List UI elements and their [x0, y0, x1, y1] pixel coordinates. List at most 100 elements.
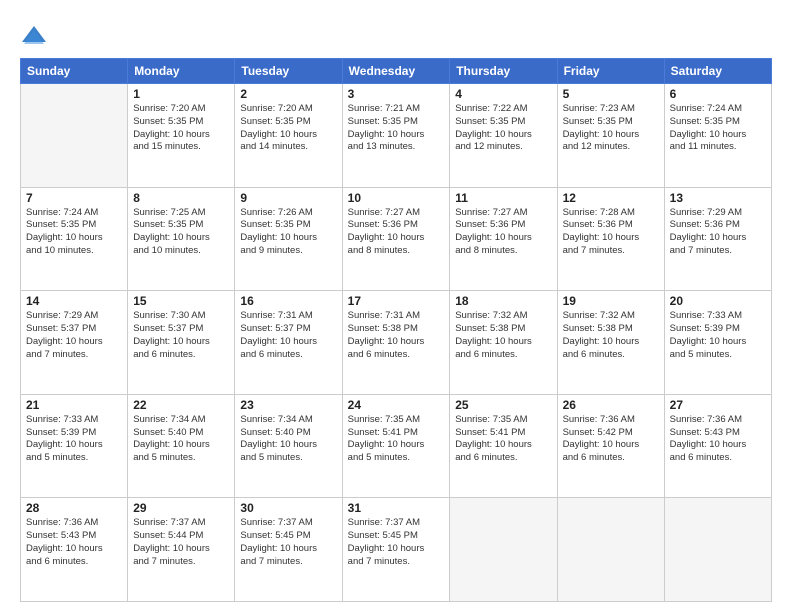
calendar-cell: 22 Sunrise: 7:34 AM Sunset: 5:40 PM Dayli… — [128, 394, 235, 498]
calendar-cell — [664, 498, 771, 602]
calendar-cell: 9Sunrise: 7:26 AM Sunset: 5:35 PM Daylig… — [235, 187, 342, 291]
calendar-cell: 20 Sunrise: 7:33 AM Sunset: 5:39 PM Dayli… — [664, 291, 771, 395]
calendar-week-row: 28 Sunrise: 7:36 AM Sunset: 5:43 PM Dayli… — [21, 498, 772, 602]
day-info: Sunrise: 7:24 AM Sunset: 5:35 PM Dayligh… — [670, 103, 766, 154]
calendar-week-row: 7 Sunrise: 7:24 AM Sunset: 5:35 PM Daylig… — [21, 187, 772, 291]
day-info: Sunrise: 7:29 AM Sunset: 5:37 PM Dayligh… — [26, 310, 122, 361]
weekday-header: Sunday — [21, 59, 128, 84]
calendar-cell: 24 Sunrise: 7:35 AM Sunset: 5:41 PM Dayli… — [342, 394, 450, 498]
day-info: Sunrise: 7:23 AM Sunset: 5:35 PM Dayligh… — [563, 103, 659, 154]
day-number: 3 — [348, 87, 445, 101]
calendar-body: 1 Sunrise: 7:20 AM Sunset: 5:35 PM Daylig… — [21, 84, 772, 602]
calendar-cell: 10Sunrise: 7:27 AM Sunset: 5:36 PM Dayli… — [342, 187, 450, 291]
day-number: 31 — [348, 501, 445, 515]
day-number: 22 — [133, 398, 229, 412]
weekday-header: Thursday — [450, 59, 557, 84]
calendar-cell: 25 Sunrise: 7:35 AM Sunset: 5:41 PM Dayli… — [450, 394, 557, 498]
day-info: Sunrise: 7:33 AM Sunset: 5:39 PM Dayligh… — [26, 414, 122, 465]
day-number: 30 — [240, 501, 336, 515]
calendar-cell: 21Sunrise: 7:33 AM Sunset: 5:39 PM Dayli… — [21, 394, 128, 498]
calendar-cell: 5Sunrise: 7:23 AM Sunset: 5:35 PM Daylig… — [557, 84, 664, 188]
day-info: Sunrise: 7:34 AM Sunset: 5:40 PM Dayligh… — [133, 414, 229, 465]
calendar-cell: 31 Sunrise: 7:37 AM Sunset: 5:45 PM Dayli… — [342, 498, 450, 602]
day-info: Sunrise: 7:32 AM Sunset: 5:38 PM Dayligh… — [455, 310, 551, 361]
day-number: 11 — [455, 191, 551, 205]
weekday-header: Saturday — [664, 59, 771, 84]
page: SundayMondayTuesdayWednesdayThursdayFrid… — [0, 0, 792, 612]
weekday-header: Monday — [128, 59, 235, 84]
day-info: Sunrise: 7:24 AM Sunset: 5:35 PM Dayligh… — [26, 207, 122, 258]
day-number: 1 — [133, 87, 229, 101]
day-info: Sunrise: 7:36 AM Sunset: 5:43 PM Dayligh… — [670, 414, 766, 465]
day-number: 29 — [133, 501, 229, 515]
calendar-cell: 26Sunrise: 7:36 AM Sunset: 5:42 PM Dayli… — [557, 394, 664, 498]
day-number: 15 — [133, 294, 229, 308]
calendar-cell: 18 Sunrise: 7:32 AM Sunset: 5:38 PM Dayli… — [450, 291, 557, 395]
day-info: Sunrise: 7:32 AM Sunset: 5:38 PM Dayligh… — [563, 310, 659, 361]
day-number: 17 — [348, 294, 445, 308]
calendar-cell: 29Sunrise: 7:37 AM Sunset: 5:44 PM Dayli… — [128, 498, 235, 602]
day-number: 12 — [563, 191, 659, 205]
day-info: Sunrise: 7:29 AM Sunset: 5:36 PM Dayligh… — [670, 207, 766, 258]
calendar-cell: 6 Sunrise: 7:24 AM Sunset: 5:35 PM Daylig… — [664, 84, 771, 188]
calendar-cell: 8 Sunrise: 7:25 AM Sunset: 5:35 PM Daylig… — [128, 187, 235, 291]
weekday-header: Wednesday — [342, 59, 450, 84]
calendar-cell — [557, 498, 664, 602]
day-number: 16 — [240, 294, 336, 308]
calendar-cell: 14 Sunrise: 7:29 AM Sunset: 5:37 PM Dayli… — [21, 291, 128, 395]
day-info: Sunrise: 7:27 AM Sunset: 5:36 PM Dayligh… — [455, 207, 551, 258]
day-number: 4 — [455, 87, 551, 101]
day-number: 20 — [670, 294, 766, 308]
day-info: Sunrise: 7:34 AM Sunset: 5:40 PM Dayligh… — [240, 414, 336, 465]
logo — [20, 22, 52, 50]
day-info: Sunrise: 7:22 AM Sunset: 5:35 PM Dayligh… — [455, 103, 551, 154]
calendar-cell: 30Sunrise: 7:37 AM Sunset: 5:45 PM Dayli… — [235, 498, 342, 602]
day-info: Sunrise: 7:35 AM Sunset: 5:41 PM Dayligh… — [348, 414, 445, 465]
day-info: Sunrise: 7:30 AM Sunset: 5:37 PM Dayligh… — [133, 310, 229, 361]
calendar-cell: 13 Sunrise: 7:29 AM Sunset: 5:36 PM Dayli… — [664, 187, 771, 291]
calendar-week-row: 14 Sunrise: 7:29 AM Sunset: 5:37 PM Dayli… — [21, 291, 772, 395]
day-info: Sunrise: 7:27 AM Sunset: 5:36 PM Dayligh… — [348, 207, 445, 258]
calendar-week-row: 1 Sunrise: 7:20 AM Sunset: 5:35 PM Daylig… — [21, 84, 772, 188]
calendar-week-row: 21Sunrise: 7:33 AM Sunset: 5:39 PM Dayli… — [21, 394, 772, 498]
calendar-cell: 11 Sunrise: 7:27 AM Sunset: 5:36 PM Dayli… — [450, 187, 557, 291]
day-info: Sunrise: 7:36 AM Sunset: 5:43 PM Dayligh… — [26, 517, 122, 568]
weekday-header-row: SundayMondayTuesdayWednesdayThursdayFrid… — [21, 59, 772, 84]
day-number: 26 — [563, 398, 659, 412]
weekday-header: Tuesday — [235, 59, 342, 84]
day-number: 2 — [240, 87, 336, 101]
day-info: Sunrise: 7:28 AM Sunset: 5:36 PM Dayligh… — [563, 207, 659, 258]
day-info: Sunrise: 7:35 AM Sunset: 5:41 PM Dayligh… — [455, 414, 551, 465]
day-number: 25 — [455, 398, 551, 412]
calendar-cell: 23Sunrise: 7:34 AM Sunset: 5:40 PM Dayli… — [235, 394, 342, 498]
day-number: 6 — [670, 87, 766, 101]
day-number: 24 — [348, 398, 445, 412]
day-info: Sunrise: 7:37 AM Sunset: 5:45 PM Dayligh… — [348, 517, 445, 568]
day-number: 27 — [670, 398, 766, 412]
calendar-cell — [21, 84, 128, 188]
logo-icon — [20, 22, 48, 50]
day-info: Sunrise: 7:20 AM Sunset: 5:35 PM Dayligh… — [133, 103, 229, 154]
calendar-cell: 16 Sunrise: 7:31 AM Sunset: 5:37 PM Dayli… — [235, 291, 342, 395]
calendar-cell: 15 Sunrise: 7:30 AM Sunset: 5:37 PM Dayli… — [128, 291, 235, 395]
day-number: 8 — [133, 191, 229, 205]
day-info: Sunrise: 7:33 AM Sunset: 5:39 PM Dayligh… — [670, 310, 766, 361]
calendar-cell: 1 Sunrise: 7:20 AM Sunset: 5:35 PM Daylig… — [128, 84, 235, 188]
day-info: Sunrise: 7:31 AM Sunset: 5:38 PM Dayligh… — [348, 310, 445, 361]
calendar-cell: 27 Sunrise: 7:36 AM Sunset: 5:43 PM Dayli… — [664, 394, 771, 498]
calendar-cell: 7 Sunrise: 7:24 AM Sunset: 5:35 PM Daylig… — [21, 187, 128, 291]
day-info: Sunrise: 7:25 AM Sunset: 5:35 PM Dayligh… — [133, 207, 229, 258]
day-number: 9 — [240, 191, 336, 205]
calendar-cell — [450, 498, 557, 602]
day-number: 14 — [26, 294, 122, 308]
day-number: 7 — [26, 191, 122, 205]
day-info: Sunrise: 7:31 AM Sunset: 5:37 PM Dayligh… — [240, 310, 336, 361]
weekday-header: Friday — [557, 59, 664, 84]
calendar-cell: 12 Sunrise: 7:28 AM Sunset: 5:36 PM Dayli… — [557, 187, 664, 291]
day-number: 18 — [455, 294, 551, 308]
day-info: Sunrise: 7:20 AM Sunset: 5:35 PM Dayligh… — [240, 103, 336, 154]
day-number: 13 — [670, 191, 766, 205]
calendar-cell: 17 Sunrise: 7:31 AM Sunset: 5:38 PM Dayli… — [342, 291, 450, 395]
day-number: 28 — [26, 501, 122, 515]
calendar-cell: 19Sunrise: 7:32 AM Sunset: 5:38 PM Dayli… — [557, 291, 664, 395]
